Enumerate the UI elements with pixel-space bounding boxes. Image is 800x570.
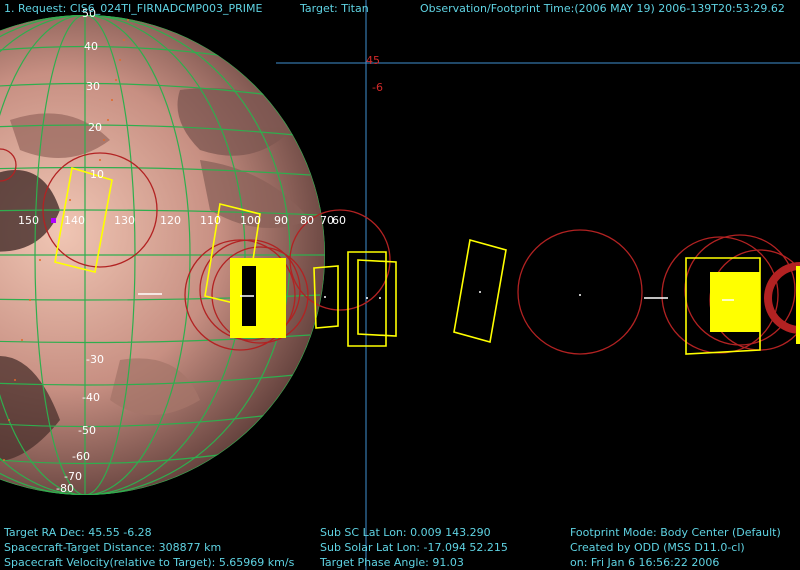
target-label: Target: Titan <box>300 2 369 15</box>
lon-label: 140 <box>64 214 85 227</box>
lat-label: 30 <box>86 80 100 93</box>
footer-geometry-info: Sub SC Lat Lon: 0.009 143.290 Sub Solar … <box>320 525 508 570</box>
titan-globe <box>0 15 325 495</box>
footprint-mode: Footprint Mode: Body Center (Default) <box>570 526 781 539</box>
lon-label: 150 <box>18 214 39 227</box>
lon-label: 60 <box>332 214 346 227</box>
created-by: Created by ODD (MSS D11.0-cl) <box>570 541 745 554</box>
lat-label: -60 <box>72 450 90 463</box>
phase-angle: Target Phase Angle: 91.03 <box>320 556 464 569</box>
lat-label: 40 <box>84 40 98 53</box>
sub-solar-lat-lon: Sub Solar Lat Lon: -17.094 52.215 <box>320 541 508 554</box>
observation-time: Observation/Footprint Time:(2006 MAY 19)… <box>420 2 785 15</box>
lat-label: -30 <box>86 353 104 366</box>
spacecraft-velocity: Spacecraft Velocity(relative to Target):… <box>4 556 295 569</box>
lon-label: 120 <box>160 214 181 227</box>
sub-sc-lat-lon: Sub SC Lat Lon: 0.009 143.290 <box>320 526 491 539</box>
lat-label: -40 <box>82 391 100 404</box>
crosshair-dec-label: -6 <box>372 81 383 94</box>
lon-label: 110 <box>200 214 221 227</box>
request-label: 1. Request: CIS6_024TI_FIRNADCMP003_PRIM… <box>4 2 263 15</box>
lon-label: 90 <box>274 214 288 227</box>
crosshair-lat-label: 45 <box>366 54 380 67</box>
lon-label: 100 <box>240 214 261 227</box>
spacecraft-distance: Spacecraft-Target Distance: 308877 km <box>4 541 222 554</box>
target-ra-dec: Target RA Dec: 45.55 -6.28 <box>4 526 152 539</box>
lat-label: -50 <box>78 424 96 437</box>
lat-label: -80 <box>56 482 74 495</box>
lat-label: 20 <box>88 121 102 134</box>
lon-label: 80 <box>300 214 314 227</box>
lon-label: 130 <box>114 214 135 227</box>
created-on: on: Fri Jan 6 16:56:22 2006 <box>570 556 720 569</box>
footer-target-info: Target RA Dec: 45.55 -6.28 Spacecraft-Ta… <box>4 525 294 570</box>
footer-mode-info: Footprint Mode: Body Center (Default) Cr… <box>570 525 781 570</box>
lat-label: 10 <box>90 168 104 181</box>
footprint-canvas: 50 40 30 20 10 -30 -40 -50 -60 -70 -80 1… <box>0 0 800 570</box>
